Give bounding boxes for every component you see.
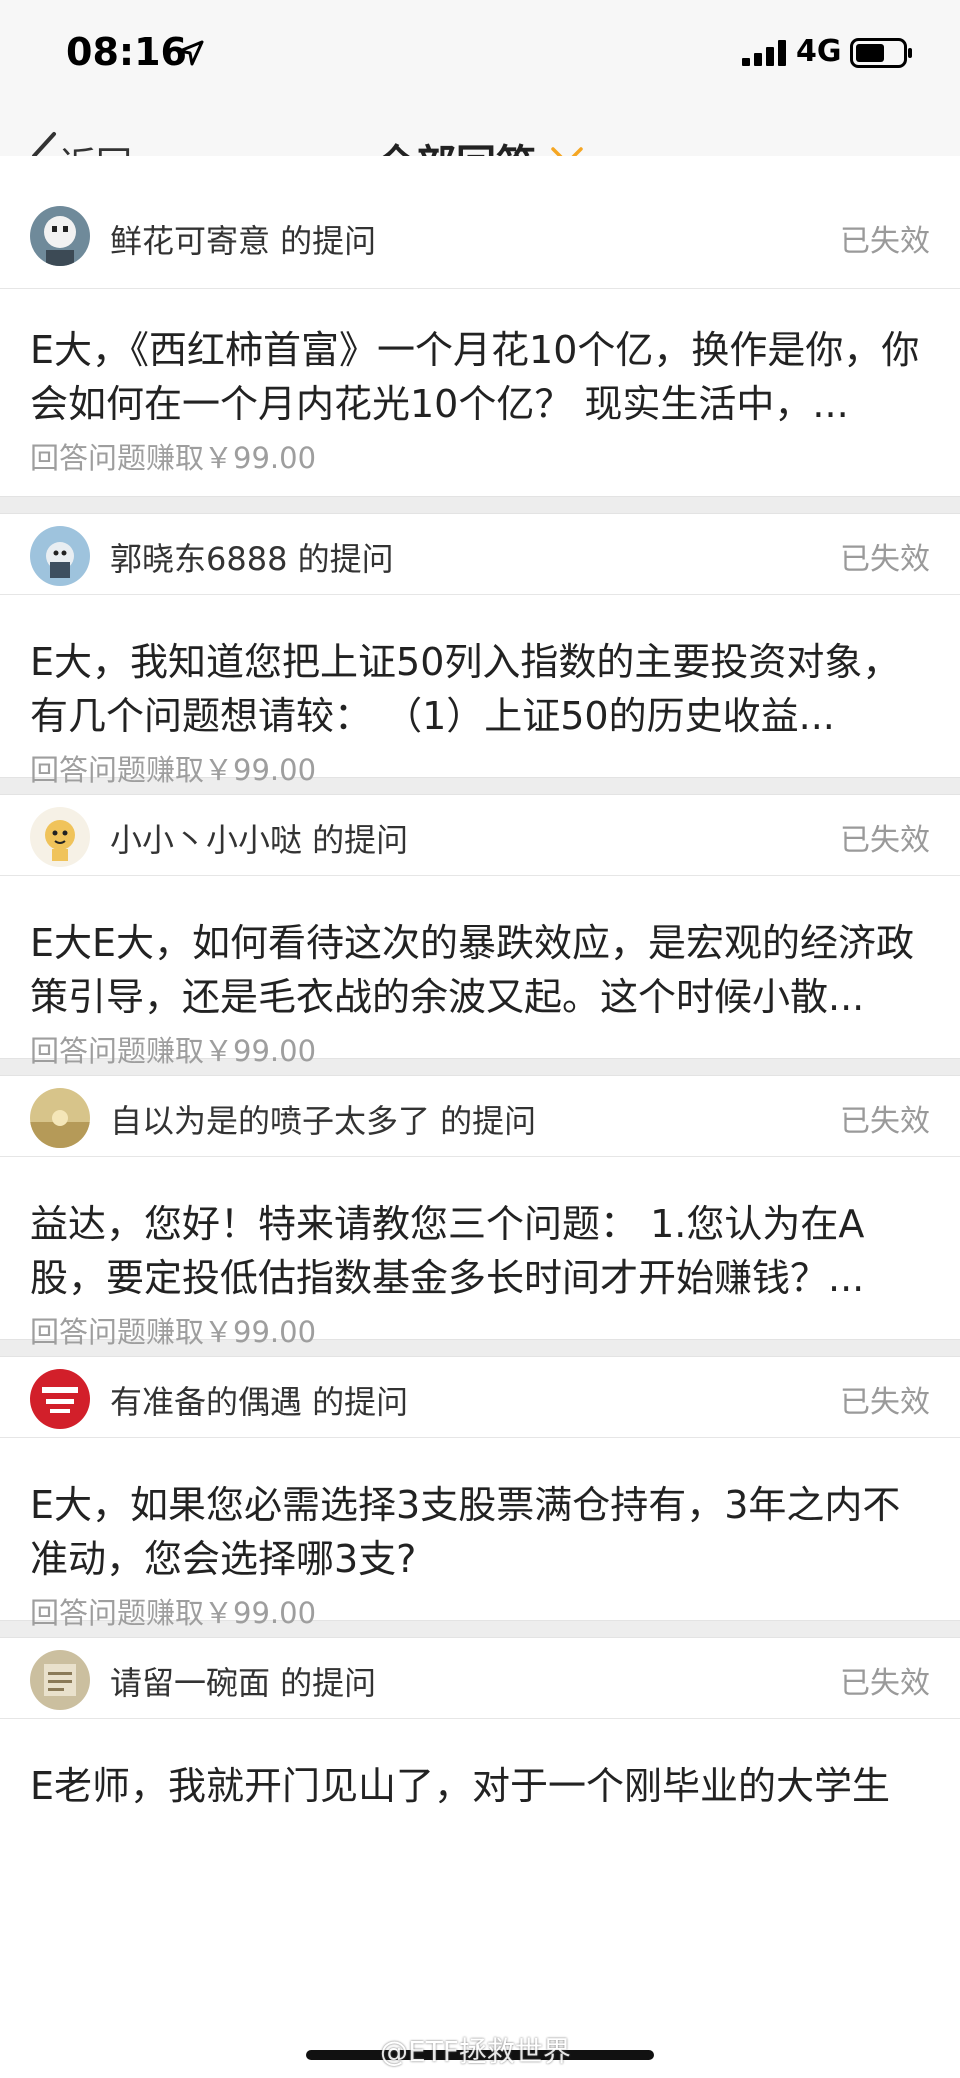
- reward-text: 回答问题赚取￥99.00: [30, 753, 317, 787]
- question-text: E老师，我就开门见山了，对于一个刚毕业的大学生: [30, 1764, 891, 1808]
- status-badge: 已失效: [840, 823, 930, 858]
- card-body: E大，我知道您把上证50列入指数的主要投资对象，有几个问题想请较： （1）上证5…: [0, 595, 960, 787]
- asker-name: 自以为是的喷子太多了 的提问: [110, 1102, 537, 1140]
- network-type: 4G: [796, 34, 842, 69]
- question-list: 鲜花可寄意 的提问 已失效 E大，《西红柿首富》一个月花10个亿，换作是你，你会…: [0, 156, 960, 1901]
- location-arrow-icon: [178, 40, 204, 66]
- question-text: E大，如果您必需选择3支股票满仓持有，3年之内不准动，您会选择哪3支?: [30, 1483, 901, 1581]
- status-badge: 已失效: [840, 224, 930, 259]
- card-header: 有准备的偶遇 的提问 已失效: [0, 1357, 960, 1438]
- card-header: 小小丶小小哒 的提问 已失效: [0, 795, 960, 876]
- question-card[interactable]: 鲜花可寄意 的提问 已失效 E大，《西红柿首富》一个月花10个亿，换作是你，你会…: [0, 156, 960, 496]
- asker-name: 小小丶小小哒 的提问: [110, 821, 409, 859]
- status-badge: 已失效: [840, 1104, 930, 1139]
- card-body: E大，《西红柿首富》一个月花10个亿，换作是你，你会如何在一个月内花光10个亿？…: [0, 289, 960, 475]
- card-header: 鲜花可寄意 的提问 已失效: [0, 156, 960, 289]
- question-text: E大，我知道您把上证50列入指数的主要投资对象，有几个问题想请较： （1）上证5…: [30, 640, 901, 738]
- asker-name: 鲜花可寄意 的提问: [110, 222, 377, 260]
- avatar[interactable]: [30, 807, 90, 867]
- question-card[interactable]: 小小丶小小哒 的提问 已失效 E大E大，如何看待这次的暴跌效应，是宏观的经济政策…: [0, 795, 960, 1068]
- question-card[interactable]: 郭晓东6888 的提问 已失效 E大，我知道您把上证50列入指数的主要投资对象，…: [0, 514, 960, 787]
- question-card[interactable]: 有准备的偶遇 的提问 已失效 E大，如果您必需选择3支股票满仓持有，3年之内不准…: [0, 1357, 960, 1630]
- reward-text: 回答问题赚取￥99.00: [30, 1034, 317, 1068]
- card-body: 益达，您好！特来请教您三个问题： 1.您认为在A股，要定投低估指数基金多长时间才…: [0, 1157, 960, 1349]
- reward-text: 回答问题赚取￥99.00: [30, 1596, 317, 1630]
- question-text: E大，《西红柿首富》一个月花10个亿，换作是你，你会如何在一个月内花光10个亿？…: [30, 328, 920, 426]
- question-card[interactable]: 自以为是的喷子太多了 的提问 已失效 益达，您好！特来请教您三个问题： 1.您认…: [0, 1076, 960, 1349]
- reward-text: 回答问题赚取￥99.00: [30, 1315, 317, 1349]
- card-header: 郭晓东6888 的提问 已失效: [0, 514, 960, 595]
- card-header: 请留一碗面 的提问 已失效: [0, 1638, 960, 1719]
- avatar[interactable]: [30, 1369, 90, 1429]
- avatar[interactable]: [30, 1088, 90, 1148]
- card-header: 自以为是的喷子太多了 的提问 已失效: [0, 1076, 960, 1157]
- question-card[interactable]: 请留一碗面 的提问 已失效 E老师，我就开门见山了，对于一个刚毕业的大学生: [0, 1638, 960, 1901]
- card-separator: [0, 496, 960, 514]
- card-body: E老师，我就开门见山了，对于一个刚毕业的大学生: [0, 1719, 960, 1901]
- avatar[interactable]: [30, 526, 90, 586]
- status-time: 08:16: [66, 30, 187, 74]
- avatar[interactable]: [30, 1650, 90, 1710]
- status-badge: 已失效: [840, 542, 930, 577]
- question-text: E大E大，如何看待这次的暴跌效应，是宏观的经济政策引导，还是毛衣战的余波又起。这…: [30, 921, 915, 1019]
- card-body: E大，如果您必需选择3支股票满仓持有，3年之内不准动，您会选择哪3支? 回答问题…: [0, 1438, 960, 1630]
- avatar[interactable]: [30, 206, 90, 266]
- asker-name: 郭晓东6888 的提问: [110, 540, 394, 578]
- signal-icon: [742, 40, 786, 66]
- question-text: 益达，您好！特来请教您三个问题： 1.您认为在A股，要定投低估指数基金多长时间才…: [30, 1202, 865, 1300]
- status-bar: 08:16 4G: [0, 0, 960, 110]
- asker-name: 有准备的偶遇 的提问: [110, 1383, 409, 1421]
- asker-name: 请留一碗面 的提问: [110, 1664, 377, 1702]
- reward-text: 回答问题赚取￥99.00: [30, 441, 317, 475]
- battery-icon: [850, 38, 912, 68]
- status-badge: 已失效: [840, 1385, 930, 1420]
- watermark: @ETF拯救世界: [380, 2035, 571, 2068]
- status-badge: 已失效: [840, 1666, 930, 1701]
- card-body: E大E大，如何看待这次的暴跌效应，是宏观的经济政策引导，还是毛衣战的余波又起。这…: [0, 876, 960, 1068]
